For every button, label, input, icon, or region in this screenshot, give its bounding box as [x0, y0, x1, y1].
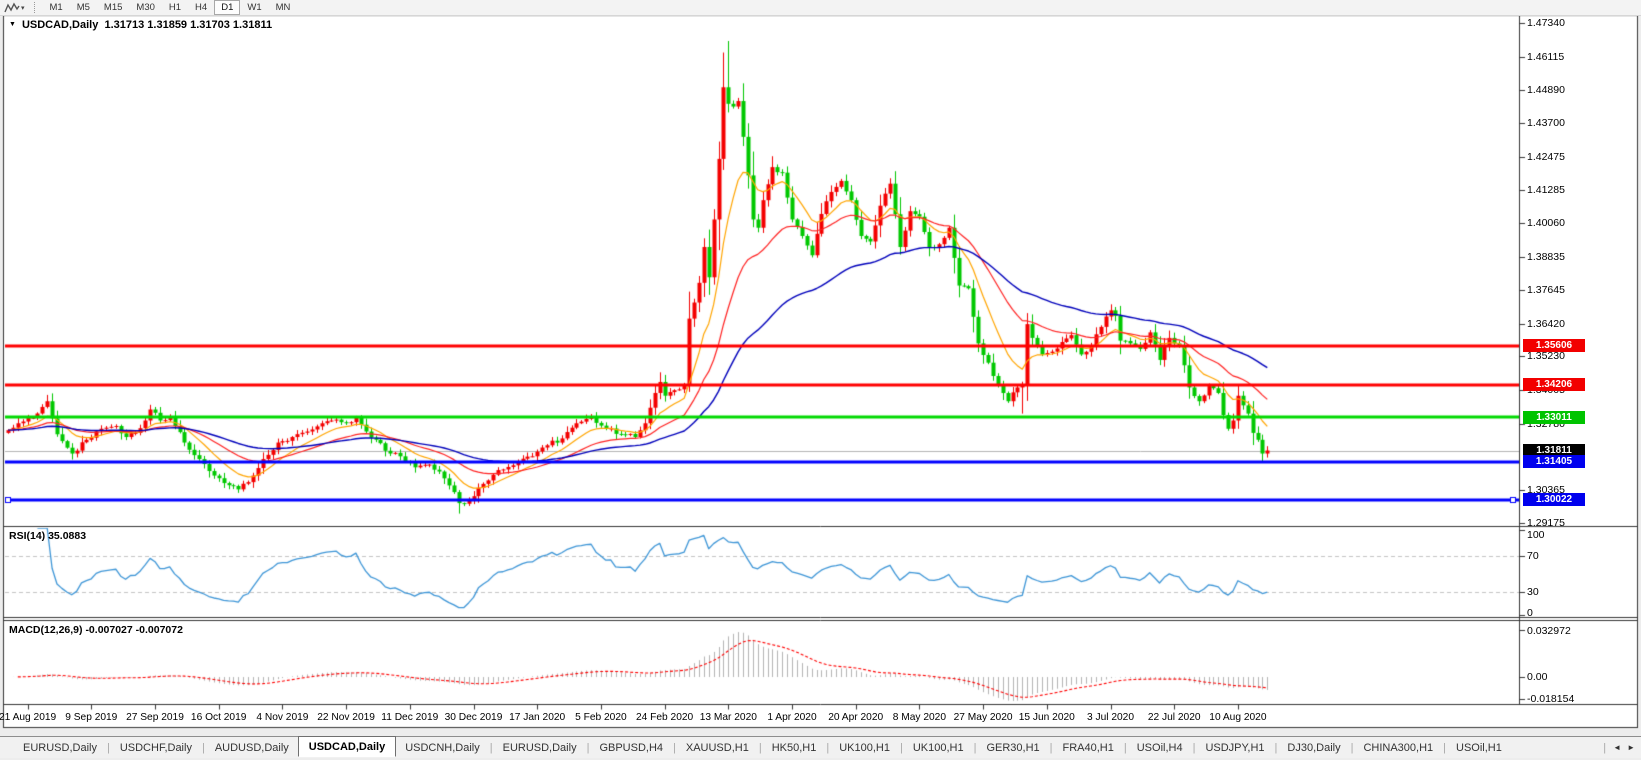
rsi-tick-label: 30 [1527, 586, 1539, 599]
rsi-tick-label: 0 [1527, 607, 1533, 619]
price-tick-label: 1.42475 [1527, 150, 1565, 163]
macd-tick-label: -0.018154 [1527, 693, 1575, 705]
axis-price-tag-1.34206: 1.34206 [1523, 378, 1585, 392]
chart-tabs: EURUSD,Daily | USDCHF,Daily | AUDUSD,Daily US… [14, 736, 1511, 757]
date-label: 5 Feb 2020 [575, 712, 627, 723]
chart-tab-DJ30,Daily[interactable]: DJ30,Daily [1278, 739, 1349, 757]
timeframe-button-H1[interactable]: H1 [162, 0, 188, 15]
chart-tab-USDCNH,Daily[interactable]: USDCNH,Daily [396, 739, 489, 757]
price-tick-label: 1.40060 [1527, 217, 1565, 230]
date-label: 8 May 2020 [892, 712, 947, 723]
date-label: 20 Apr 2020 [828, 712, 884, 723]
toolbar-grip[interactable] [33, 2, 36, 13]
date-label: 27 Sep 2019 [126, 712, 184, 723]
date-label: 1 Apr 2020 [767, 712, 817, 723]
timeframe-button-H4[interactable]: H4 [188, 0, 214, 15]
chart-tab-GER30,H1[interactable]: GER30,H1 [977, 739, 1048, 757]
axis-price-tag-1.35606: 1.35606 [1523, 339, 1585, 353]
chart-tab-GBPUSD,H4[interactable]: GBPUSD,H4 [590, 739, 672, 757]
date-label: 10 Aug 2020 [1209, 712, 1267, 723]
chart-tab-USDJPY,H1[interactable]: USDJPY,H1 [1196, 739, 1273, 757]
date-label: 11 Dec 2019 [381, 712, 439, 723]
chart-tab-CHINA300,H1[interactable]: CHINA300,H1 [1354, 739, 1442, 757]
date-label: 4 Nov 2019 [256, 712, 309, 723]
rsi-tick-label: 70 [1527, 549, 1539, 562]
tab-scroll-left-icon[interactable]: ◄ [1613, 743, 1621, 752]
timeframe-button-D1[interactable]: D1 [214, 0, 241, 15]
chart-tab-USDCHF,Daily[interactable]: USDCHF,Daily [111, 739, 201, 757]
timeframe-buttons: M1 M5 M15 M30 H1 H4 D1 W1 MN [43, 0, 298, 15]
date-label: 21 Aug 2019 [0, 712, 57, 723]
date-label: 24 Feb 2020 [635, 712, 694, 723]
timeframe-button-M5[interactable]: M5 [70, 0, 97, 15]
chart-tab-HK50,H1[interactable]: HK50,H1 [763, 739, 826, 757]
date-label: 13 Mar 2020 [699, 712, 757, 723]
date-label: 16 Oct 2019 [190, 712, 247, 723]
axis-price-tag-1.30022: 1.30022 [1523, 493, 1585, 507]
timeframe-button-M15[interactable]: M15 [97, 0, 129, 15]
chart-tab-AUDUSD,Daily[interactable]: AUDUSD,Daily [206, 739, 298, 757]
chart-tab-bar: EURUSD,Daily | USDCHF,Daily | AUDUSD,Daily US… [0, 736, 1641, 758]
date-label: 22 Jul 2020 [1147, 712, 1201, 723]
macd-tick-label: 0.00 [1527, 671, 1548, 684]
price-tick-label: 1.37645 [1527, 283, 1565, 296]
price-chart-canvas[interactable] [0, 0, 1641, 760]
chart-title: ▼ USDCAD,Daily 1.31713 1.31859 1.31703 1.… [9, 19, 272, 31]
date-label: 3 Jul 2020 [1086, 712, 1135, 723]
date-label: 15 Jun 2020 [1018, 712, 1075, 723]
chart-symbol-period: USDCAD,Daily [21, 19, 99, 31]
chart-tab-XAUUSD,H1[interactable]: XAUUSD,H1 [677, 739, 758, 757]
chart-tab-UK100,H1[interactable]: UK100,H1 [904, 739, 973, 757]
price-tick-label: 1.47340 [1527, 16, 1565, 29]
chevron-down-icon[interactable]: ▾ [21, 4, 25, 12]
axis-price-tag-1.33011: 1.33011 [1523, 410, 1585, 424]
date-label: 22 Nov 2019 [317, 712, 375, 723]
chart-tab-UK100,H1[interactable]: UK100,H1 [830, 739, 899, 757]
price-tick-label: 1.29175 [1527, 517, 1565, 530]
timeframe-button-MN[interactable]: MN [269, 0, 298, 15]
trading-platform-window: ▾ M1 M5 M15 M30 H1 H4 D1 W1 MN ▼ USDCAD,Daily 1.3… [0, 0, 1641, 760]
chart-tab-USOil,H1[interactable]: USOil,H1 [1447, 739, 1511, 757]
price-tick-label: 1.44890 [1527, 84, 1565, 97]
timeframe-button-W1[interactable]: W1 [240, 0, 268, 15]
chart-tab-EURUSD,Daily[interactable]: EURUSD,Daily [494, 739, 586, 757]
timeframe-toolbar: ▾ M1 M5 M15 M30 H1 H4 D1 W1 MN [0, 0, 1641, 16]
price-tick-label: 1.36420 [1527, 317, 1565, 330]
rsi-indicator-label: RSI(14) 35.0883 [9, 530, 87, 542]
price-tick-label: 1.43700 [1527, 117, 1565, 130]
date-label: 9 Sep 2019 [65, 712, 118, 723]
price-tick-label: 1.41285 [1527, 183, 1565, 196]
macd-indicator-label: MACD(12,26,9) -0.007027 -0.007072 [9, 624, 183, 636]
chart-tab-USDCAD,Daily[interactable]: USDCAD,Daily [297, 736, 397, 757]
price-tick-label: 1.46115 [1527, 50, 1565, 63]
symbol-dropdown-icon[interactable]: ▼ [9, 21, 16, 28]
macd-tick-label: 0.032972 [1527, 625, 1571, 637]
date-label: 30 Dec 2019 [444, 712, 503, 723]
timeframe-button-M30[interactable]: M30 [129, 0, 161, 15]
chart-ohlc-values: 1.31713 1.31859 1.31703 1.31811 [104, 19, 273, 31]
date-label: 17 Jan 2020 [509, 712, 566, 723]
rsi-tick-label: 100 [1527, 529, 1545, 541]
chart-tab-FRA40,H1[interactable]: FRA40,H1 [1054, 739, 1123, 757]
date-label: 27 May 2020 [953, 712, 1013, 723]
axis-price-tag-1.31405: 1.31405 [1523, 455, 1585, 469]
chart-tab-EURUSD,Daily[interactable]: EURUSD,Daily [14, 739, 106, 757]
crayon-icon[interactable] [4, 2, 20, 14]
chart-tab-USOil,H4[interactable]: USOil,H4 [1128, 739, 1192, 757]
tab-scroll-controls: | ◄ ► [1602, 742, 1635, 754]
timeframe-button-M1[interactable]: M1 [43, 0, 70, 15]
tab-scroll-right-icon[interactable]: ► [1627, 743, 1635, 752]
price-tick-label: 1.38835 [1527, 251, 1565, 264]
tab-separator: | [1603, 741, 1607, 754]
